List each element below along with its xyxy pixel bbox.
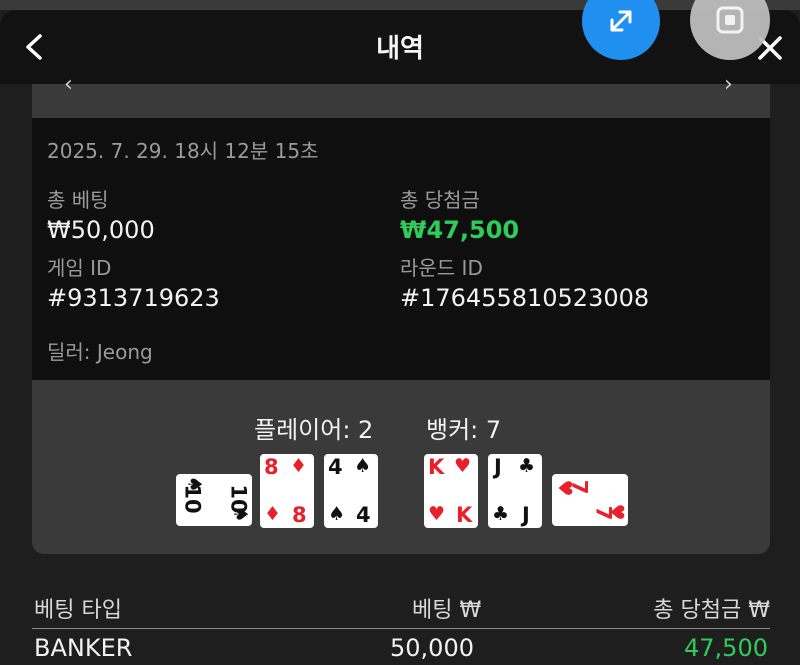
round-id-label: 라운드 ID <box>400 256 483 280</box>
col-bet-type: 베팅 타입 <box>34 598 122 623</box>
round-nav: ‹ › <box>32 72 770 118</box>
player-score: 플레이어: 2 <box>254 416 374 444</box>
next-round-icon[interactable]: › <box>724 72 733 97</box>
round-id-value: #176455810523008 <box>400 284 650 312</box>
col-bet-amount: 베팅 ₩ <box>412 598 482 623</box>
dealer-name: 딜러: Jeong <box>47 340 153 364</box>
total-bet-label: 총 베팅 <box>47 188 109 212</box>
game-id-label: 게임 ID <box>47 256 112 280</box>
stop-icon <box>716 6 744 34</box>
page-title: 내역 <box>376 34 424 64</box>
player-card-2: 8 ♦ ♦ 8 <box>260 454 314 528</box>
round-info-panel: 2025. 7. 29. 18시 12분 15초 총 베팅 ₩50,000 총 … <box>32 118 770 380</box>
bets-table-header: 베팅 타입 베팅 ₩ 총 당첨금 ₩ <box>32 588 770 629</box>
bet-type-cell: BANKER <box>34 634 133 662</box>
game-id-value: #9313719623 <box>47 284 220 312</box>
player-card-1: 10 ♠ 10 ♠ <box>176 474 252 526</box>
prev-round-icon[interactable]: ‹ <box>64 72 73 97</box>
status-strip <box>0 0 800 10</box>
cards-panel: 플레이어: 2 뱅커: 7 10 ♠ 10 ♠ 8 ♦ ♦ 8 4 ♠ ♠ 4 … <box>32 380 770 554</box>
banker-score: 뱅커: 7 <box>426 416 502 444</box>
timestamp: 2025. 7. 29. 18시 12분 15초 <box>47 139 319 163</box>
bet-amount-cell: 50,000 <box>390 634 474 662</box>
win-amount-cell: 47,500 <box>684 634 768 662</box>
header-bar: 내역 <box>0 10 800 84</box>
expand-icon <box>610 10 632 32</box>
table-row: BANKER 50,000 47,500 <box>32 628 770 665</box>
player-card-3: 4 ♠ ♠ 4 <box>324 454 378 528</box>
total-win-value: ₩47,500 <box>400 216 520 244</box>
banker-card-2: J ♣ ♣ J <box>488 454 542 528</box>
col-total-win: 총 당첨금 ₩ <box>653 598 770 623</box>
banker-card-3: ♥ 7 7 ♥ <box>552 474 628 526</box>
total-bet-value: ₩50,000 <box>47 216 155 244</box>
banker-card-1: K ♥ ♥ K <box>424 454 478 528</box>
total-win-label: 총 당첨금 <box>400 188 480 212</box>
